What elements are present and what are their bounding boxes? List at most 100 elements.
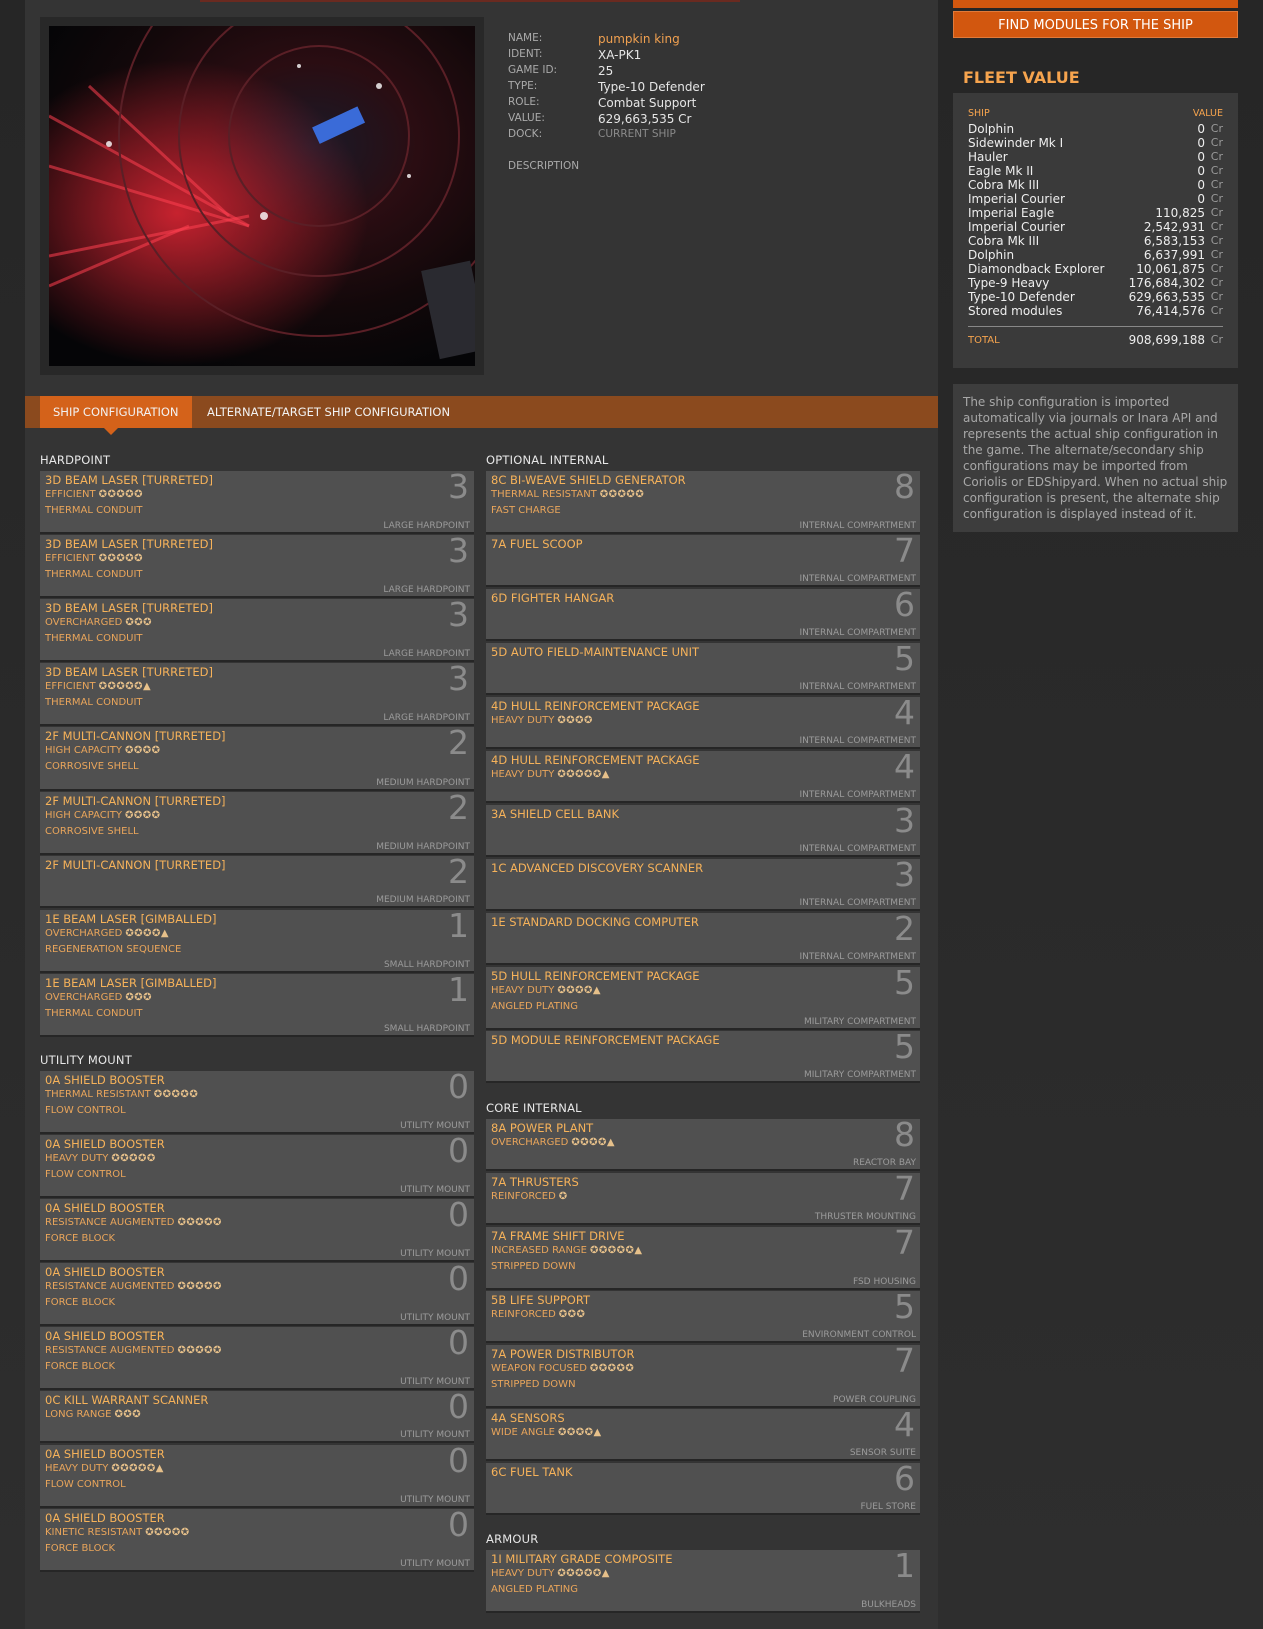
module-size: 5	[894, 1031, 915, 1066]
module-blueprint: HEAVY DUTY	[45, 1153, 109, 1164]
module-size: 3	[448, 663, 469, 698]
module-slot[interactable]: 3D BEAM LASER [TURRETED] EFFICIENT ✪✪✪✪✪ TH…	[40, 535, 474, 596]
fleet-ship-name: Imperial Eagle	[968, 206, 1055, 220]
module-size: 3	[448, 535, 469, 570]
module-slot[interactable]: 6C FUEL TANK 6 FUEL STORE	[486, 1463, 920, 1513]
module-slot[interactable]: 8A POWER PLANT OVERCHARGED ✪✪✪✪▲ 8 REACTOR B…	[486, 1119, 920, 1169]
module-engineering: HEAVY DUTY ✪✪✪✪✪▲	[491, 769, 610, 780]
module-slot[interactable]: 3D BEAM LASER [TURRETED] EFFICIENT ✪✪✪✪✪ TH…	[40, 471, 474, 532]
module-slot[interactable]: 4A SENSORS WIDE ANGLE ✪✪✪✪▲ 4 SENSOR SUITE	[486, 1409, 920, 1459]
module-engineering: HEAVY DUTY ✪✪✪✪✪▲	[491, 1568, 610, 1579]
module-name: 4A SENSORS	[491, 1411, 565, 1425]
fleet-ship-value: 629,663,535	[1128, 290, 1205, 304]
fleet-ship-name: Cobra Mk III	[968, 234, 1040, 248]
ship-value-value: 629,663,535 Cr	[598, 112, 692, 126]
module-slot[interactable]: 5B LIFE SUPPORT REINFORCED ✪✪✪ 5 ENVIRONMENT…	[486, 1291, 920, 1341]
module-name: 2F MULTI-CANNON [TURRETED]	[45, 858, 226, 872]
module-slot[interactable]: 0A SHIELD BOOSTER HEAVY DUTY ✪✪✪✪✪ FLOW CON…	[40, 1135, 474, 1196]
module-slot[interactable]: 7A FRAME SHIFT DRIVE INCREASED RANGE ✪✪✪✪✪…	[486, 1227, 920, 1288]
module-slot-type: LARGE HARDPOINT	[383, 521, 470, 531]
ship-ident-label: IDENT:	[508, 48, 543, 60]
module-slot[interactable]: 7A THRUSTERS REINFORCED ✪ 7 THRUSTER MOUNTIN…	[486, 1173, 920, 1223]
module-slot[interactable]: 6D FIGHTER HANGAR 6 INTERNAL COMPARTMENT	[486, 589, 920, 639]
tab-ship-configuration[interactable]: SHIP CONFIGURATION	[40, 396, 192, 428]
module-blueprint: EFFICIENT	[45, 553, 96, 564]
ship-gameid-label: GAME ID:	[508, 64, 558, 76]
module-slot[interactable]: 0A SHIELD BOOSTER RESISTANCE AUGMENTED ✪✪✪…	[40, 1263, 474, 1324]
module-slot[interactable]: 7A POWER DISTRIBUTOR WEAPON FOCUSED ✪✪✪✪✪ S…	[486, 1345, 920, 1406]
module-slot[interactable]: 1I MILITARY GRADE COMPOSITE HEAVY DUTY ✪✪✪…	[486, 1550, 920, 1611]
module-slot[interactable]: 0A SHIELD BOOSTER HEAVY DUTY ✪✪✪✪✪▲ FLOW CO…	[40, 1445, 474, 1506]
module-slot[interactable]: 7A FUEL SCOOP 7 INTERNAL COMPARTMENT	[486, 535, 920, 585]
module-size: 6	[894, 1463, 915, 1498]
fleet-ship-value: 0	[1197, 164, 1205, 178]
module-slot[interactable]: 4D HULL REINFORCEMENT PACKAGE HEAVY DUTY ✪…	[486, 751, 920, 801]
module-slot[interactable]: 3D BEAM LASER [TURRETED] OVERCHARGED ✪✪✪ TH…	[40, 599, 474, 660]
module-slot[interactable]: 5D AUTO FIELD-MAINTENANCE UNIT 5 INTERNAL …	[486, 643, 920, 693]
module-slot[interactable]: 0C KILL WARRANT SCANNER LONG RANGE ✪✪✪ 0 UTI…	[40, 1391, 474, 1441]
module-slot-type: MILITARY COMPARTMENT	[804, 1017, 916, 1027]
module-engineering: HIGH CAPACITY ✪✪✪✪	[45, 810, 160, 821]
module-engineering: LONG RANGE ✪✪✪	[45, 1409, 141, 1420]
module-grade-pips: ✪✪✪✪✪	[177, 1281, 222, 1292]
ship-name-value: pumpkin king	[598, 32, 680, 46]
module-size: 0	[448, 1445, 469, 1480]
module-blueprint: HEAVY DUTY	[491, 715, 555, 726]
module-slot-type: SENSOR SUITE	[849, 1448, 916, 1458]
module-slot-type: UTILITY MOUNT	[400, 1249, 470, 1259]
module-slot[interactable]: 2F MULTI-CANNON [TURRETED] HIGH CAPACITY ✪…	[40, 792, 474, 853]
module-slot[interactable]: 0A SHIELD BOOSTER RESISTANCE AUGMENTED ✪✪✪…	[40, 1327, 474, 1388]
fleet-ship-name: Imperial Courier	[968, 220, 1065, 234]
module-name: 0C KILL WARRANT SCANNER	[45, 1393, 209, 1407]
module-grade-pips: ✪✪✪✪	[124, 745, 161, 756]
module-name: 3D BEAM LASER [TURRETED]	[45, 473, 213, 487]
module-slot-type: LARGE HARDPOINT	[383, 713, 470, 723]
module-blueprint: REINFORCED	[491, 1309, 556, 1320]
module-slot[interactable]: 5D HULL REINFORCEMENT PACKAGE HEAVY DUTY ✪…	[486, 967, 920, 1028]
module-slot[interactable]: 3D BEAM LASER [TURRETED] EFFICIENT ✪✪✪✪✪▲ T…	[40, 663, 474, 724]
module-grade-pips: ✪✪✪✪✪▲	[98, 681, 152, 692]
module-slot[interactable]: 0A SHIELD BOOSTER THERMAL RESISTANT ✪✪✪✪✪ F…	[40, 1071, 474, 1132]
ship-name-label: NAME:	[508, 32, 543, 44]
module-slot-type: INTERNAL COMPARTMENT	[799, 844, 916, 854]
module-blueprint: REINFORCED	[491, 1191, 556, 1202]
fleet-ship-value: 0	[1197, 136, 1205, 150]
fleet-ship-value: 110,825	[1155, 206, 1205, 220]
fleet-total-currency: Cr	[1210, 333, 1223, 346]
find-modules-button[interactable]: FIND MODULES FOR THE SHIP	[953, 11, 1238, 38]
module-grade-pips: ✪✪✪	[125, 617, 153, 628]
module-size: 0	[448, 1327, 469, 1362]
module-slot[interactable]: 8C BI-WEAVE SHIELD GENERATOR THERMAL RESI…	[486, 471, 920, 532]
module-engineering	[491, 877, 494, 888]
fleet-row: Imperial Eagle 110,825 Cr	[968, 206, 1223, 220]
module-slot[interactable]: 1C ADVANCED DISCOVERY SCANNER 3 INTERNAL C…	[486, 859, 920, 909]
module-slot[interactable]: 4D HULL REINFORCEMENT PACKAGE HEAVY DUTY ✪…	[486, 697, 920, 747]
module-slot[interactable]: 2F MULTI-CANNON [TURRETED] HIGH CAPACITY ✪…	[40, 727, 474, 789]
section-utility: UTILITY MOUNT	[40, 1053, 132, 1067]
fleet-currency: Cr	[1210, 150, 1223, 163]
module-slot[interactable]: 1E STANDARD DOCKING COMPUTER 2 INTERNAL CO…	[486, 913, 920, 963]
module-slot[interactable]: 3A SHIELD CELL BANK 3 INTERNAL COMPARTMENT	[486, 805, 920, 855]
module-slot[interactable]: 1E BEAM LASER [GIMBALLED] OVERCHARGED ✪✪✪ T…	[40, 974, 474, 1035]
fleet-row: Hauler 0 Cr	[968, 150, 1223, 164]
config-note: The ship configuration is imported autom…	[953, 384, 1238, 532]
module-experimental: THERMAL CONDUIT	[45, 1008, 143, 1019]
module-name: 8C BI-WEAVE SHIELD GENERATOR	[491, 473, 686, 487]
fleet-ship-name: Sidewinder Mk I	[968, 136, 1064, 150]
module-name: 6D FIGHTER HANGAR	[491, 591, 615, 605]
module-name: 0A SHIELD BOOSTER	[45, 1201, 165, 1215]
module-slot-type: INTERNAL COMPARTMENT	[799, 790, 916, 800]
module-slot[interactable]: 1E BEAM LASER [GIMBALLED] OVERCHARGED ✪✪✪✪…	[40, 910, 474, 971]
module-slot[interactable]: 0A SHIELD BOOSTER RESISTANCE AUGMENTED ✪✪✪…	[40, 1199, 474, 1260]
module-experimental: REGENERATION SEQUENCE	[45, 944, 182, 955]
module-slot[interactable]: 5D MODULE REINFORCEMENT PACKAGE 5 MILITARY…	[486, 1031, 920, 1081]
tab-alternate-configuration[interactable]: ALTERNATE/TARGET SHIP CONFIGURATION	[194, 396, 463, 428]
module-size: 3	[448, 599, 469, 634]
module-grade-pips: ✪✪✪	[114, 1409, 142, 1420]
module-blueprint: RESISTANCE AUGMENTED	[45, 1281, 175, 1292]
module-slot[interactable]: 2F MULTI-CANNON [TURRETED] 2 MEDIUM HARDPO…	[40, 856, 474, 906]
module-experimental: FLOW CONTROL	[45, 1169, 126, 1180]
module-slot[interactable]: 0A SHIELD BOOSTER KINETIC RESISTANT ✪✪✪✪✪ F…	[40, 1509, 474, 1570]
module-engineering: EFFICIENT ✪✪✪✪✪	[45, 553, 143, 564]
ship-image	[40, 17, 484, 375]
